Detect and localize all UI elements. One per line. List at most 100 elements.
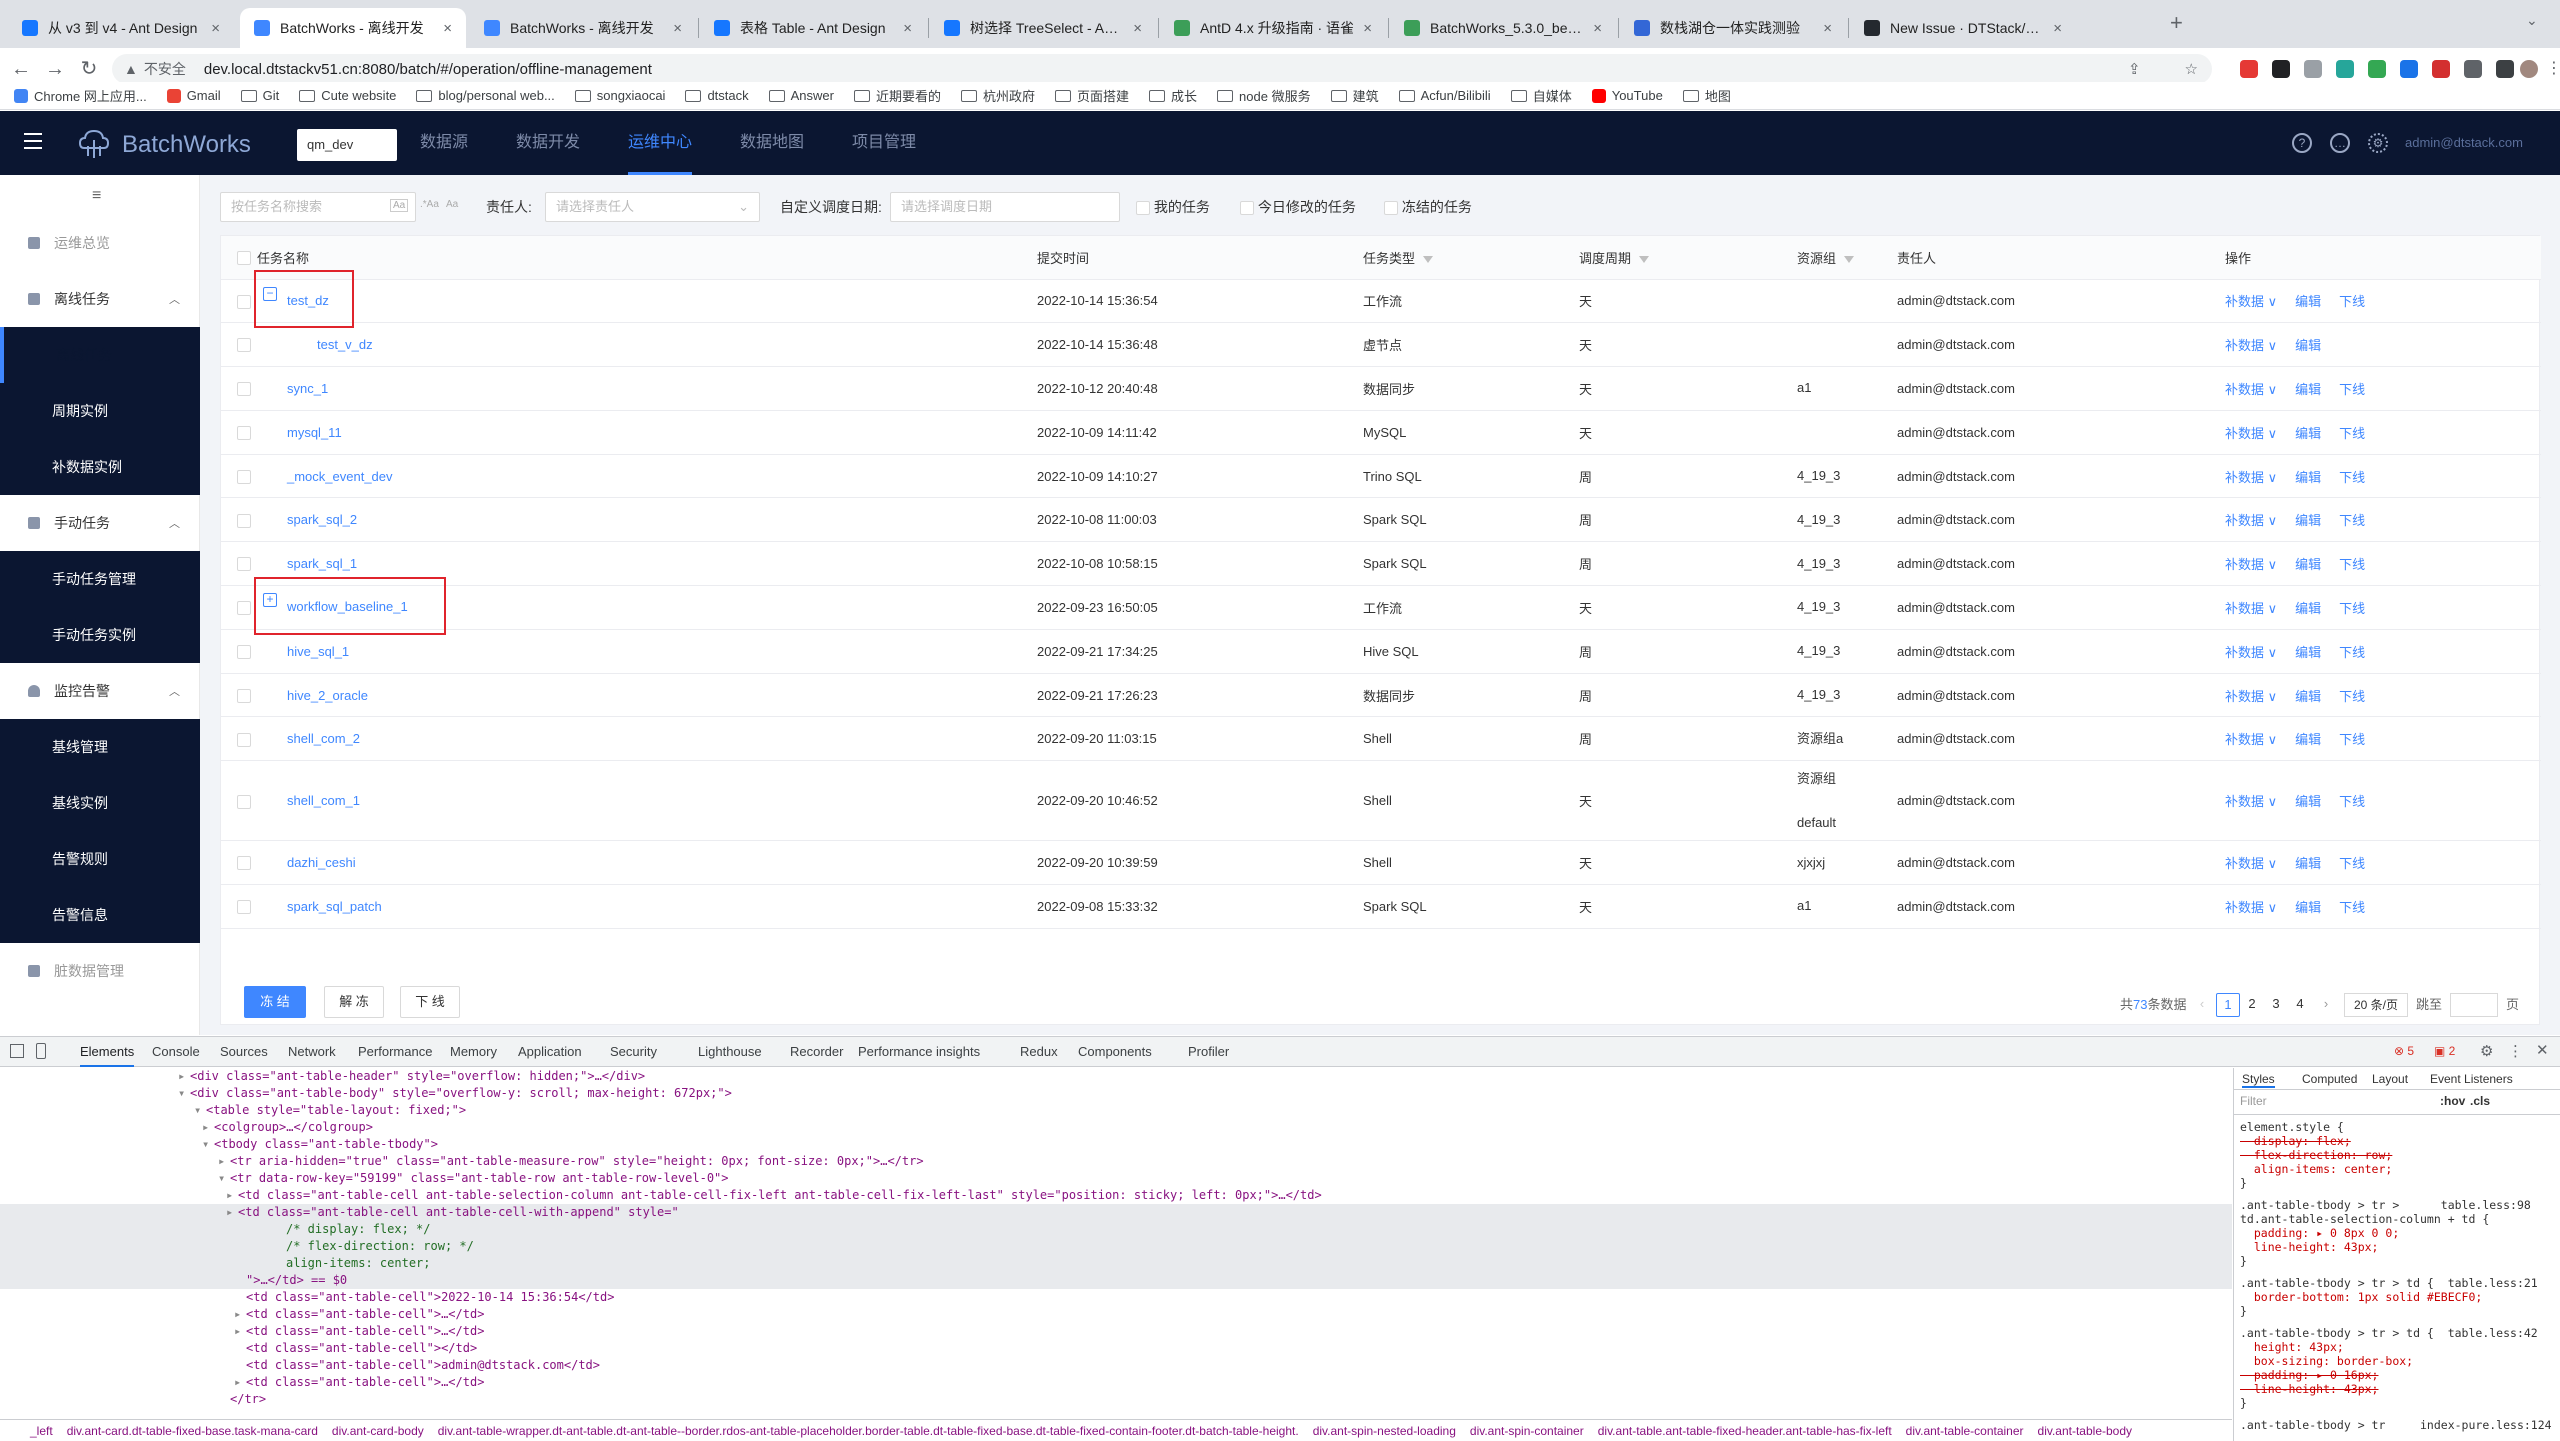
row-select-cell[interactable]	[221, 410, 257, 455]
user-email[interactable]: admin@dtstack.com	[2405, 135, 2523, 150]
task-name-link[interactable]: shell_com_1	[287, 793, 360, 808]
edit-link[interactable]: 编辑	[2295, 382, 2321, 397]
task-name-link[interactable]: _mock_event_dev	[287, 469, 393, 484]
dom-node-line[interactable]: ▸ <tr aria-hidden="true" class="ant-table…	[0, 1153, 2232, 1170]
row-select-cell[interactable]	[221, 716, 257, 762]
regex-icon[interactable]: .*Aa	[420, 199, 439, 210]
patch-data-link[interactable]: 补数据 ∨	[2225, 856, 2277, 871]
elements-dom-tree[interactable]: ▸ <div class="ant-table-header" style="ov…	[0, 1068, 2232, 1411]
offline-link[interactable]: 下线	[2339, 645, 2365, 660]
table-row[interactable]: sync_1 2022-10-12 20:40:48 数据同步天 a1 admin@dt…	[221, 366, 2541, 411]
checkbox[interactable]	[1384, 201, 1398, 216]
table-row[interactable]: test_v_dz 2022-10-14 15:36:48 虚节点天 admin@dt…	[221, 322, 2541, 368]
device-toolbar-icon[interactable]	[36, 1043, 46, 1059]
task-name-cell[interactable]: mysql_11	[257, 410, 1037, 455]
dom-node-line[interactable]: ▾ <tr data-row-key="59199" class="ant-tab…	[0, 1170, 2232, 1187]
omnibox[interactable]: ▲ 不安全 dev.local.dtstackv51.cn:8080/batch…	[112, 54, 2212, 84]
table-row[interactable]: shell_com_1 2022-09-20 10:46:52 Shell 天资源组 …	[221, 760, 2541, 842]
expand-arrow-icon[interactable]: ▸	[218, 1153, 225, 1170]
patch-data-link[interactable]: 补数据 ∨	[2225, 426, 2277, 441]
row-checkbox[interactable]	[237, 426, 251, 441]
edit-link[interactable]: 编辑	[2295, 338, 2321, 353]
dom-node-line[interactable]: ▸ <td class="ant-table-cell">…</td>	[0, 1323, 2232, 1340]
bookmark-item[interactable]: Acfun/Bilibili	[1398, 88, 1491, 103]
dom-breadcrumb-item[interactable]: _left	[30, 1424, 53, 1438]
tab-close-icon[interactable]: ×	[903, 20, 912, 37]
bookmark-item[interactable]: YouTube	[1591, 88, 1663, 103]
patch-data-link[interactable]: 补数据 ∨	[2225, 645, 2277, 660]
offline-link[interactable]: 下线	[2339, 689, 2365, 704]
offline-link[interactable]: 下线	[2339, 856, 2365, 871]
dom-node-line[interactable]: ▸ <div class="ant-table-header" style="ov…	[0, 1068, 2232, 1085]
sidepanel-icon[interactable]	[2496, 60, 2514, 78]
dom-node-line[interactable]: <td class="ant-table-cell">2022-10-14 15…	[0, 1289, 2232, 1306]
devtools-more-icon[interactable]: ⋮	[2508, 1042, 2523, 1060]
devtools-tab[interactable]: Lighthouse	[698, 1037, 762, 1067]
help-icon[interactable]: ?	[2292, 133, 2312, 153]
devtools-tab[interactable]: Performance insights	[858, 1037, 980, 1067]
share-icon[interactable]: ⇪	[2128, 60, 2141, 78]
styles-subtab[interactable]: Layout	[2372, 1072, 2408, 1086]
table-row[interactable]: mysql_11 2022-10-09 14:11:42 MySQL 天 admin@d…	[221, 410, 2541, 455]
expand-arrow-icon[interactable]: ▸	[226, 1204, 233, 1221]
table-row[interactable]: shell_com_2 2022-09-20 11:03:15 Shell 周资源组a…	[221, 716, 2541, 762]
edit-link[interactable]: 编辑	[2295, 601, 2321, 616]
forward-icon[interactable]: →	[42, 56, 68, 82]
task-name-link[interactable]: hive_2_oracle	[287, 688, 368, 703]
browser-tab[interactable]: 数栈湖仓一体实践测验 ×	[1620, 8, 1846, 48]
styles-filter-input[interactable]: Filter	[2240, 1094, 2440, 1112]
sidebar-item-manual-manage[interactable]: 手动任务管理	[0, 551, 200, 607]
edit-link[interactable]: 编辑	[2295, 294, 2321, 309]
bookmark-item[interactable]: Chrome 网上应用...	[14, 86, 147, 105]
bookmark-item[interactable]: dtstack	[685, 88, 749, 103]
offline-link[interactable]: 下线	[2339, 470, 2365, 485]
bookmark-item[interactable]: 地图	[1682, 86, 1731, 105]
dom-node-line[interactable]: ▾ <table style="table-layout: fixed;">	[0, 1102, 2232, 1119]
whole-word-icon[interactable]: Aa	[446, 199, 458, 210]
tab-close-icon[interactable]: ×	[673, 20, 682, 37]
row-checkbox[interactable]	[237, 645, 251, 660]
bookmark-item[interactable]: songxiaocai	[574, 88, 665, 103]
goto-page-input[interactable]	[2450, 993, 2498, 1017]
bookmark-item[interactable]: Gmail	[166, 88, 221, 103]
row-checkbox[interactable]	[237, 513, 251, 528]
edit-link[interactable]: 编辑	[2295, 794, 2321, 809]
browser-tab[interactable]: BatchWorks - 离线开发 ×	[470, 8, 696, 48]
extension-green-shield-icon[interactable]	[2368, 60, 2386, 78]
row-checkbox[interactable]	[237, 688, 251, 703]
sidebar-item-baseline-manage[interactable]: 基线管理	[0, 719, 200, 775]
dom-node-line[interactable]: ▸ <td class="ant-table-cell ant-table-sel…	[0, 1187, 2232, 1204]
dom-node-line[interactable]: ▾ <div class="ant-table-body" style="over…	[0, 1085, 2232, 1102]
top-nav-item[interactable]: 项目管理	[852, 111, 916, 175]
row-checkbox[interactable]	[237, 557, 251, 572]
task-name-cell[interactable]: hive_sql_1	[257, 629, 1037, 674]
patch-data-link[interactable]: 补数据 ∨	[2225, 513, 2277, 528]
row-checkbox[interactable]	[237, 732, 251, 747]
bookmark-item[interactable]: 自媒体	[1510, 86, 1572, 105]
task-name-cell[interactable]: − test_dz	[257, 279, 1037, 324]
filter-icon[interactable]	[1423, 255, 1434, 263]
tab-close-icon[interactable]: ×	[1593, 20, 1602, 37]
task-name-cell[interactable]: shell_com_2	[257, 716, 1037, 762]
prev-page-icon[interactable]: ‹	[2190, 993, 2214, 1017]
case-match-icon[interactable]: Aa	[390, 199, 409, 212]
task-name-link[interactable]: sync_1	[287, 381, 328, 396]
patch-data-link[interactable]: 补数据 ∨	[2225, 732, 2277, 747]
sidebar-item-manual-instance[interactable]: 手动任务实例	[0, 607, 200, 663]
checkbox[interactable]	[1136, 201, 1150, 216]
browser-menu-icon[interactable]: ⋮	[2546, 58, 2560, 78]
task-name-cell[interactable]: dazhi_ceshi	[257, 840, 1037, 886]
edit-link[interactable]: 编辑	[2295, 900, 2321, 915]
table-row[interactable]: hive_2_oracle 2022-09-21 17:26:23 数据同步周 4_1…	[221, 673, 2541, 718]
extension-funnel-icon[interactable]	[2304, 60, 2322, 78]
table-row[interactable]: − test_dz 2022-10-14 15:36:54 工作流天 admin@dts…	[221, 279, 2541, 324]
row-select-cell[interactable]	[221, 585, 257, 630]
row-select-cell[interactable]	[221, 454, 257, 499]
devtools-tab[interactable]: Components	[1078, 1037, 1152, 1067]
sidebar-item-overview[interactable]: 运维总览	[0, 215, 200, 271]
page-number[interactable]: 4	[2288, 993, 2312, 1017]
check-frozen[interactable]: 冻结的任务	[1384, 192, 1472, 222]
sidebar-item-patch-instance[interactable]: 补数据实例	[0, 439, 200, 495]
bookmark-item[interactable]: 页面搭建	[1055, 86, 1129, 105]
row-select-cell[interactable]	[221, 279, 257, 324]
